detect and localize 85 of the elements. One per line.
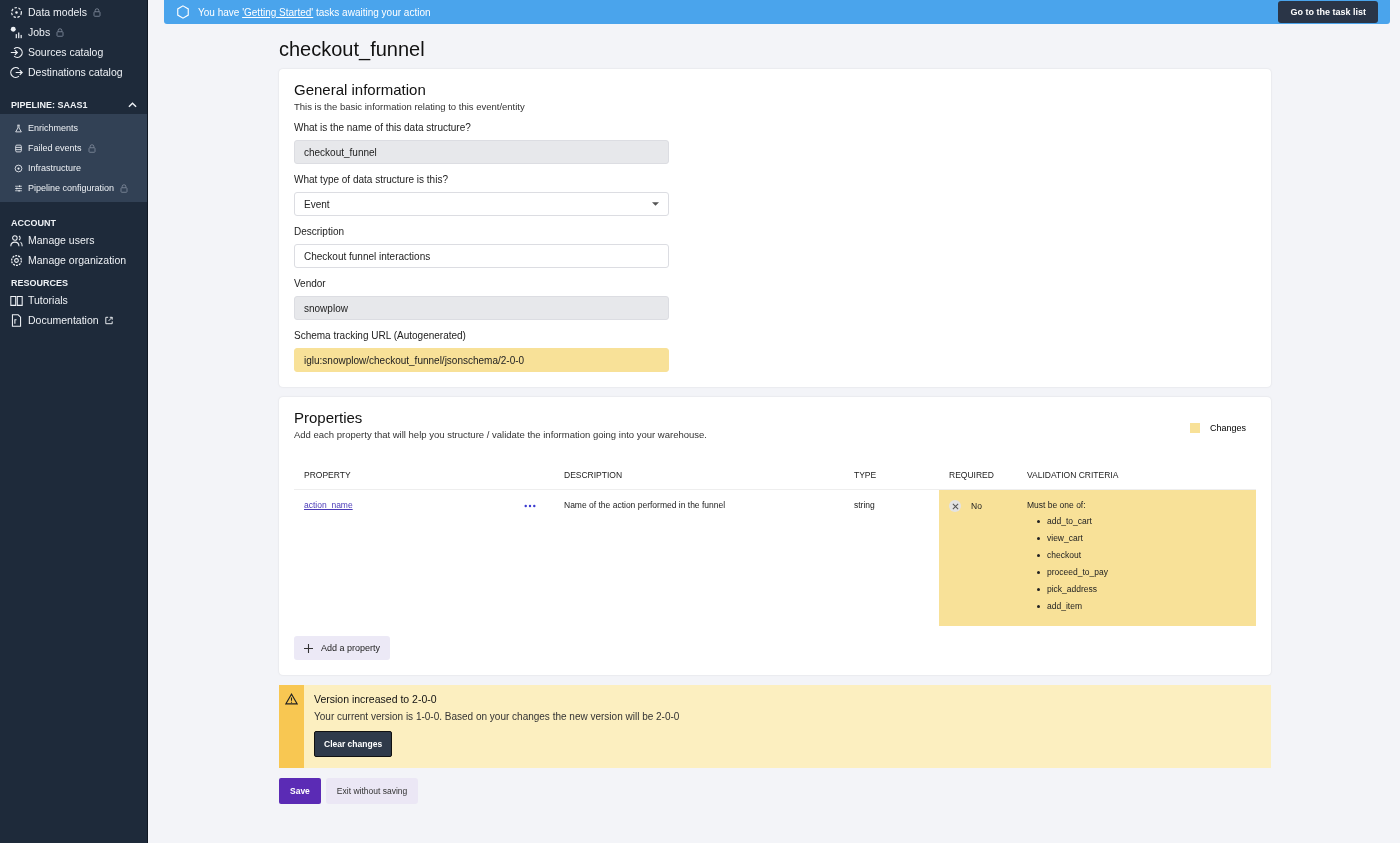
input-field[interactable]: Checkout funnel interactions xyxy=(294,244,669,268)
field-label: What type of data structure is this? xyxy=(294,174,449,185)
legend-swatch xyxy=(1189,423,1200,433)
exit-icon xyxy=(10,65,23,79)
target-icon xyxy=(14,163,23,173)
nav-item[interactable]: Infrastructure xyxy=(0,158,147,178)
column-header: DESCRIPTION xyxy=(554,460,844,490)
plus-icon xyxy=(304,643,313,653)
nav-item[interactable]: Failed events xyxy=(0,138,147,158)
nav-item[interactable]: Jobs xyxy=(0,22,147,42)
network-icon xyxy=(10,5,23,19)
criteria-item: checkout xyxy=(1047,550,1082,561)
nav-item[interactable]: Manage users xyxy=(0,230,147,250)
nav-item[interactable]: Documentation xyxy=(0,310,147,330)
users-icon xyxy=(10,233,23,247)
column-header: PROPERTY xyxy=(294,460,554,490)
nav-item[interactable]: Data models xyxy=(0,2,147,22)
property-link[interactable]: action_name xyxy=(304,500,353,510)
bullet-icon xyxy=(1037,554,1040,557)
legend-label: Changes xyxy=(1209,423,1246,433)
nav-item[interactable]: Destinations catalog xyxy=(0,62,147,82)
field-label: Schema tracking URL (Autogenerated) xyxy=(294,330,467,341)
card-title: Properties xyxy=(294,409,364,426)
exit-button[interactable]: Exit without saving xyxy=(325,778,419,804)
chevron-icon xyxy=(128,102,137,108)
card-subtitle: Add each property that will help you structure / validate the information going into your warehouse. xyxy=(294,429,707,440)
criteria-item: add_to_cart xyxy=(1047,516,1092,527)
card-title: General information xyxy=(294,81,427,98)
column-header: REQUIRED xyxy=(939,460,1017,490)
criteria-item: add_item xyxy=(1047,601,1082,612)
warning-text: Your current version is 1-0-0. Based on your changes the new version will be 2-0-0 xyxy=(314,711,680,722)
lock-icon xyxy=(120,183,129,193)
nav-item[interactable]: Enrichments xyxy=(0,118,147,138)
field-label: Description xyxy=(294,226,346,237)
criteria-title: Must be one of: xyxy=(1027,500,1087,510)
banner-text: You have 'Getting Started' tasks awaiting your action xyxy=(198,6,432,18)
clear-changes-button[interactable]: Clear changes xyxy=(314,731,393,757)
required-value: No xyxy=(971,501,982,511)
bullet-icon xyxy=(1037,537,1040,540)
warning-icon xyxy=(285,693,298,705)
criteria-item: pick_address xyxy=(1047,584,1098,595)
section-heading: ACCOUNT xyxy=(10,217,57,230)
criteria-item: view_cart xyxy=(1047,533,1083,544)
document-icon xyxy=(10,313,23,327)
save-button[interactable]: Save xyxy=(279,778,321,804)
table-cell: string xyxy=(844,489,939,626)
enter-icon xyxy=(10,45,23,59)
input-field[interactable]: iglu:snowplow/checkout_funnel/jsonschema/2-0-0 xyxy=(294,348,669,372)
warning-title: Version increased to 2-0-0 xyxy=(314,693,438,705)
pipeline-header[interactable]: PIPELINE: SAAS1 xyxy=(0,82,147,114)
more-icon[interactable] xyxy=(524,504,536,508)
lock-icon xyxy=(92,7,101,17)
bullet-icon xyxy=(1037,605,1040,608)
bullet-icon xyxy=(1037,588,1040,591)
database-icon xyxy=(14,143,23,153)
table-cell: Name of the action performed in the funnel xyxy=(554,489,844,626)
task-list-button[interactable]: Go to the task list xyxy=(1278,1,1378,23)
sliders-icon xyxy=(14,183,23,193)
caret-icon xyxy=(652,202,659,206)
input-field[interactable]: checkout_funnel xyxy=(294,140,669,164)
card-subtitle: This is the basic information relating to this event/entity xyxy=(294,101,526,112)
column-header: TYPE xyxy=(844,460,939,490)
bullet-icon xyxy=(1037,520,1040,523)
book-icon xyxy=(10,293,23,307)
add-property-button[interactable]: Add a property xyxy=(294,636,391,660)
nav-item[interactable]: Sources catalog xyxy=(0,42,147,62)
lock-icon xyxy=(87,143,96,153)
section-heading: RESOURCES xyxy=(10,277,69,290)
hexagon-icon xyxy=(176,5,190,19)
external-link-icon xyxy=(104,315,113,325)
nav-item[interactable]: Tutorials xyxy=(0,290,147,310)
settings-icon xyxy=(10,253,23,267)
page-title: checkout_funnel xyxy=(279,38,426,61)
chart-icon xyxy=(10,25,23,39)
lock-icon xyxy=(56,27,65,37)
column-header: VALIDATION CRITERIA xyxy=(1017,460,1256,490)
nav-item[interactable]: Pipeline configuration xyxy=(0,178,147,198)
field-label: What is the name of this data structure? xyxy=(294,122,472,133)
bullet-icon xyxy=(1037,571,1040,574)
flask-icon xyxy=(14,123,23,133)
criteria-item: proceed_to_pay xyxy=(1047,567,1108,578)
input-field[interactable]: snowplow xyxy=(294,296,669,320)
nav-item[interactable]: Manage organization xyxy=(0,250,147,270)
type-select[interactable]: Event xyxy=(294,192,669,216)
field-label: Vendor xyxy=(294,278,327,289)
